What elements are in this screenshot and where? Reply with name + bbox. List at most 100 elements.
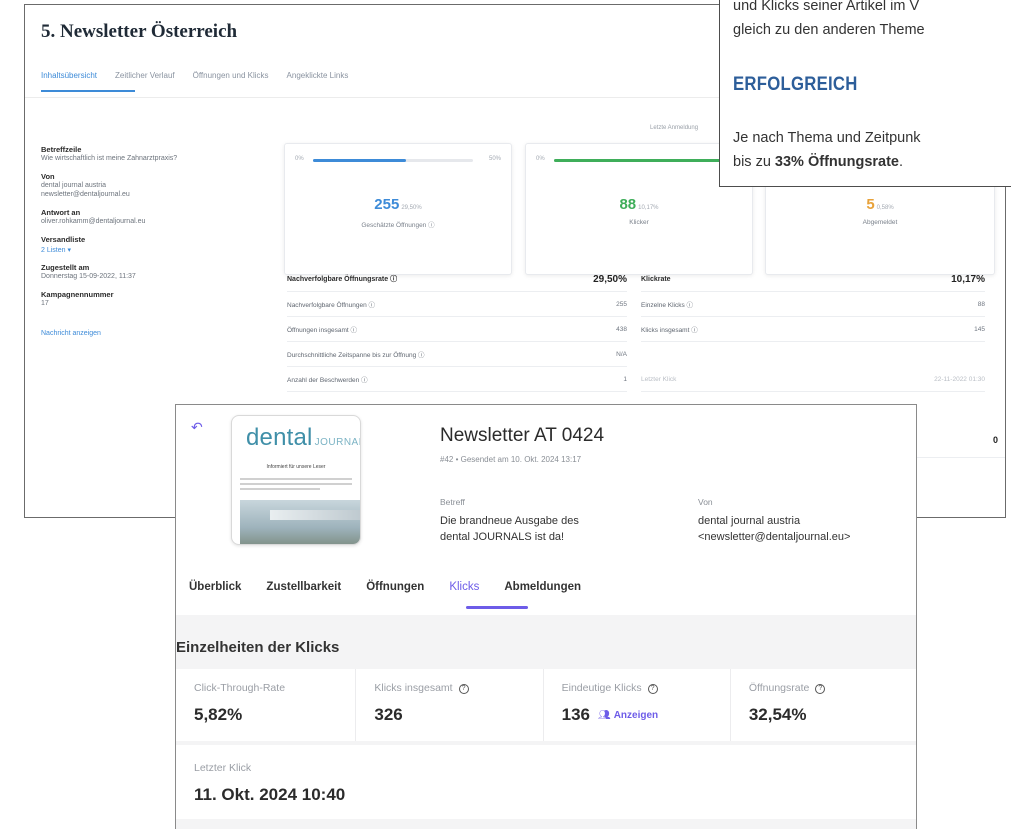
logo-sub: JOURNAL	[314, 437, 361, 448]
campaign-value: 17	[41, 300, 49, 307]
clicks-table: Klickrate 10,17% Einzelne Klicks ⓘ 88 Klic…	[641, 267, 985, 392]
callout-text-3: Je nach Thema und Zeitpunk	[733, 130, 921, 146]
people-icon: 👥︎	[597, 710, 611, 721]
metric-value: 32,54%	[748, 705, 807, 724]
opens-percent: 29,50%	[401, 205, 422, 211]
last-update-text: Letzte Anmeldung	[650, 125, 699, 131]
metric-label: Klicks insgesamt	[374, 682, 453, 694]
reply-label: Antwort an	[41, 208, 81, 217]
newsletter-title: Newsletter AT 0424	[440, 425, 605, 446]
complaints-value: 0	[993, 435, 999, 445]
table-row: Nachverfolgbare Öffnungsrate ⓘ 29,50%	[287, 267, 627, 292]
subject-label: Betreffzeile	[41, 145, 82, 154]
info-icon[interactable]: ?	[458, 684, 469, 694]
tab-deliverability[interactable]: Zustellbarkeit	[266, 581, 341, 593]
tab-overview[interactable]: Inhaltsübersicht	[41, 69, 111, 97]
row-value: 22-11-2022 01:30	[934, 375, 985, 383]
page-title: 5. Newsletter Österreich	[41, 21, 238, 42]
row-label: Anzahl der Beschwerden ⓘ	[287, 377, 368, 384]
campaign-meta: Betreffzeile Wie wirtschaftlich ist mein…	[41, 145, 261, 337]
unsub-number: 5	[866, 196, 875, 213]
subject-line-2: dental JOURNALS ist da!	[440, 531, 565, 543]
row-value: 29,50%	[593, 273, 627, 285]
tab-clicks[interactable]: Klicks	[449, 581, 479, 593]
unsub-caption: Abgemeldet	[862, 219, 898, 226]
callout-text-4-pre: bis zu	[733, 154, 775, 170]
subject-line-1: Die brandneue Ausgabe des	[440, 515, 579, 527]
metric-label: Öffnungsrate	[748, 682, 810, 694]
subject-label: Betreff	[440, 497, 465, 507]
table-row: Letzter Klick 22-11-2022 01:30	[641, 367, 985, 392]
table-row: Anzahl der Beschwerden ⓘ 1	[287, 367, 627, 392]
progress-track	[313, 159, 473, 162]
metric-label: Eindeutige Klicks	[561, 682, 642, 694]
tab-timeline[interactable]: Zeitlicher Verlauf	[115, 69, 189, 97]
report-tabs: Überblick Zustellbarkeit Öffnungen Klick…	[189, 581, 606, 593]
row-value: 1	[623, 375, 627, 383]
thumbnail-text-line	[240, 488, 320, 490]
metric-label: Click-Through-Rate	[194, 682, 286, 694]
progress-fill	[313, 159, 406, 162]
list-dropdown[interactable]: 2 Listen ▾	[41, 246, 261, 254]
opens-card: 0% 50% 255 29,50% Geschätzte Öffnungen ⓘ	[284, 143, 512, 275]
row-label: Klickrate	[641, 275, 671, 283]
callout-highlight: 33% Öffnungsrate	[774, 154, 900, 170]
metric-value-wrap: 136 👥︎ Anzeigen	[562, 705, 659, 725]
metric-label-wrap: Öffnungsrate?	[749, 682, 826, 694]
info-icon[interactable]: ?	[647, 684, 658, 694]
tab-unsubscribes[interactable]: Abmeldungen	[504, 581, 581, 593]
metric-value: 326	[374, 705, 403, 724]
info-icon[interactable]: ?	[815, 684, 826, 694]
article-callout: und Klicks seiner Artikel im V gleich zu…	[719, 0, 1011, 187]
opens-caption: Geschätzte Öffnungen ⓘ	[361, 222, 435, 229]
opens-count: 255 29,50%	[285, 196, 511, 213]
row-label: Letzter Klick	[641, 375, 677, 383]
clickers-number: 88	[619, 196, 637, 213]
show-clickers-link[interactable]: 👥︎ Anzeigen	[598, 710, 658, 721]
tab-opens[interactable]: Öffnungen	[366, 581, 424, 593]
table-row: Öffnungen insgesamt ⓘ 438	[287, 317, 627, 342]
row-value: 10,17%	[951, 273, 985, 285]
callout-text-4-post: .	[899, 154, 904, 170]
from-line-1: dental journal austria	[698, 515, 801, 527]
logo-main: dental	[246, 424, 313, 451]
thumbnail-text-line	[240, 478, 352, 480]
last-click-card: Letzter Klick 11. Okt. 2024 10:40	[176, 745, 916, 819]
clickers-count: 88 10,17%	[526, 196, 752, 213]
newsletter-report-window: ↶ dental JOURNAL Informiert für unsere Le…	[175, 404, 917, 829]
last-click-value: 11. Okt. 2024 10:40	[194, 785, 346, 804]
newsletter-thumbnail[interactable]: dental JOURNAL Informiert für unsere Lese…	[231, 415, 361, 545]
clickers-percent: 10,17%	[638, 205, 659, 211]
opens-number: 255	[374, 196, 400, 213]
metric-label-wrap: Klicks insgesamt?	[374, 682, 469, 694]
row-label: Öffnungen insgesamt ⓘ	[287, 327, 357, 334]
from-line-2: <newsletter@dentaljournal.eu>	[698, 531, 851, 543]
tab-clicked-links[interactable]: Angeklickte Links	[287, 69, 363, 97]
metric-label-wrap: Eindeutige Klicks?	[562, 682, 658, 694]
row-value: 145	[974, 325, 985, 333]
tab-overview[interactable]: Überblick	[189, 581, 241, 593]
table-row: Klickrate 10,17%	[641, 267, 985, 292]
sent-value: Donnerstag 15-09-2022, 11:37	[41, 273, 136, 280]
clickers-caption: Klicker	[629, 219, 649, 226]
row-label: Durchschnittliche Zeitspanne bis zur Öff…	[287, 352, 425, 359]
bar-max-label: 50%	[488, 156, 501, 162]
show-message-link[interactable]: Nachricht anzeigen	[41, 330, 261, 337]
metric-value: 136	[561, 705, 590, 724]
unsub-count: 5 0,58%	[766, 196, 994, 213]
campaign-label: Kampagnennummer	[41, 290, 114, 299]
metric-open-rate: Öffnungsrate? 32,54%	[731, 669, 916, 741]
from-value: dental journal austria <newsletter@dental…	[698, 513, 850, 545]
callout-text-2: gleich zu den anderen Theme	[733, 22, 925, 38]
dental-journal-logo: dental JOURNAL	[246, 424, 361, 452]
row-value: 88	[977, 300, 985, 308]
back-arrow-icon[interactable]: ↶	[191, 419, 203, 436]
opens-table: Nachverfolgbare Öffnungsrate ⓘ 29,50% Nac…	[287, 267, 627, 392]
callout-text-1: und Klicks seiner Artikel im V	[733, 0, 920, 14]
row-label: Nachverfolgbare Öffnungen ⓘ	[287, 302, 376, 309]
active-tab-indicator	[41, 90, 135, 92]
metric-unique-clicks: Eindeutige Klicks? 136 👥︎ Anzeigen	[544, 669, 731, 741]
metric-ctr: Click-Through-Rate 5,82%	[176, 669, 357, 741]
list-label: Versandliste	[41, 235, 86, 244]
tab-opens-clicks[interactable]: Öffnungen und Klicks	[193, 69, 283, 97]
